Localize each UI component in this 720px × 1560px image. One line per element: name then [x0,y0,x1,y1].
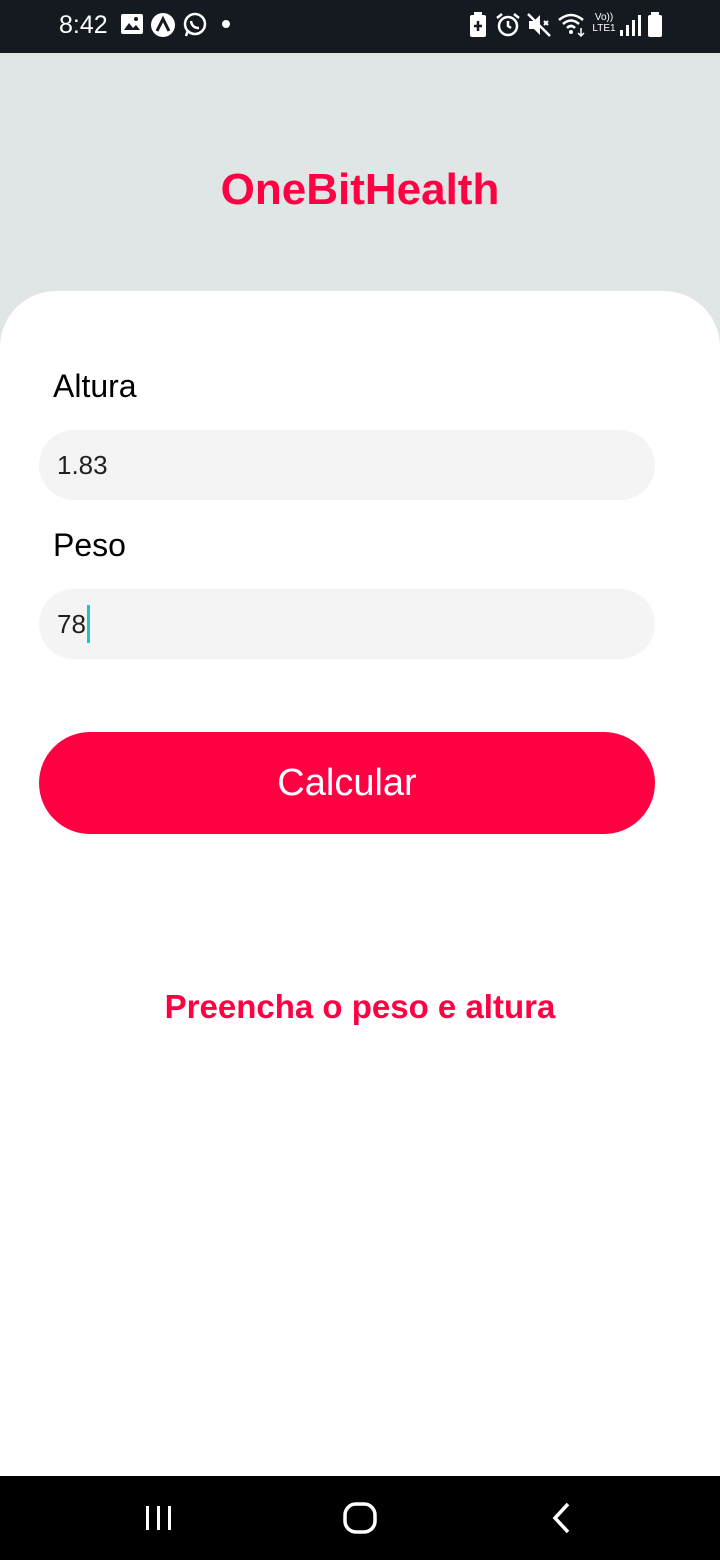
text-cursor [86,605,90,643]
height-input-value: 1.83 [57,449,108,480]
volte-icon: Vo)) LTE1 [589,12,619,34]
recent-apps-button[interactable] [99,1476,219,1560]
height-label: Altura [53,368,137,404]
app-icon [151,13,175,37]
weight-input-value: 78 [57,608,86,639]
signal-icon [620,15,641,36]
app-screen: 8:42 Vo)) LTE1 OneBitHealth Altura 1.83 … [0,0,720,1560]
home-icon [343,1502,377,1534]
app-title: OneBitHealth [220,165,500,214]
battery-saver-icon [470,12,486,37]
mute-icon [527,13,551,37]
back-icon [552,1502,570,1534]
whatsapp-icon [183,12,207,37]
battery-icon [648,12,662,37]
validation-message: Preencha o peso e altura [164,988,556,1025]
home-button[interactable] [300,1476,420,1560]
recent-apps-icon [146,1506,171,1530]
wifi-icon [558,13,585,38]
status-time: 8:42 [59,11,108,39]
lte-label: LTE1 [592,23,616,34]
weight-input[interactable]: 78 [39,589,655,659]
form-card: Altura 1.83 Peso 78 Calcular Preencha o … [0,291,720,1476]
status-bar: 8:42 Vo)) LTE1 [0,0,720,53]
height-input[interactable]: 1.83 [39,430,655,500]
volte-label: Vo)) [594,12,614,23]
calculate-button[interactable]: Calcular [39,732,655,834]
dot-icon [222,20,230,28]
back-button[interactable] [502,1476,622,1560]
weight-label: Peso [53,527,126,563]
gallery-icon [121,14,143,34]
alarm-icon [496,13,520,37]
navigation-bar [0,1476,720,1560]
